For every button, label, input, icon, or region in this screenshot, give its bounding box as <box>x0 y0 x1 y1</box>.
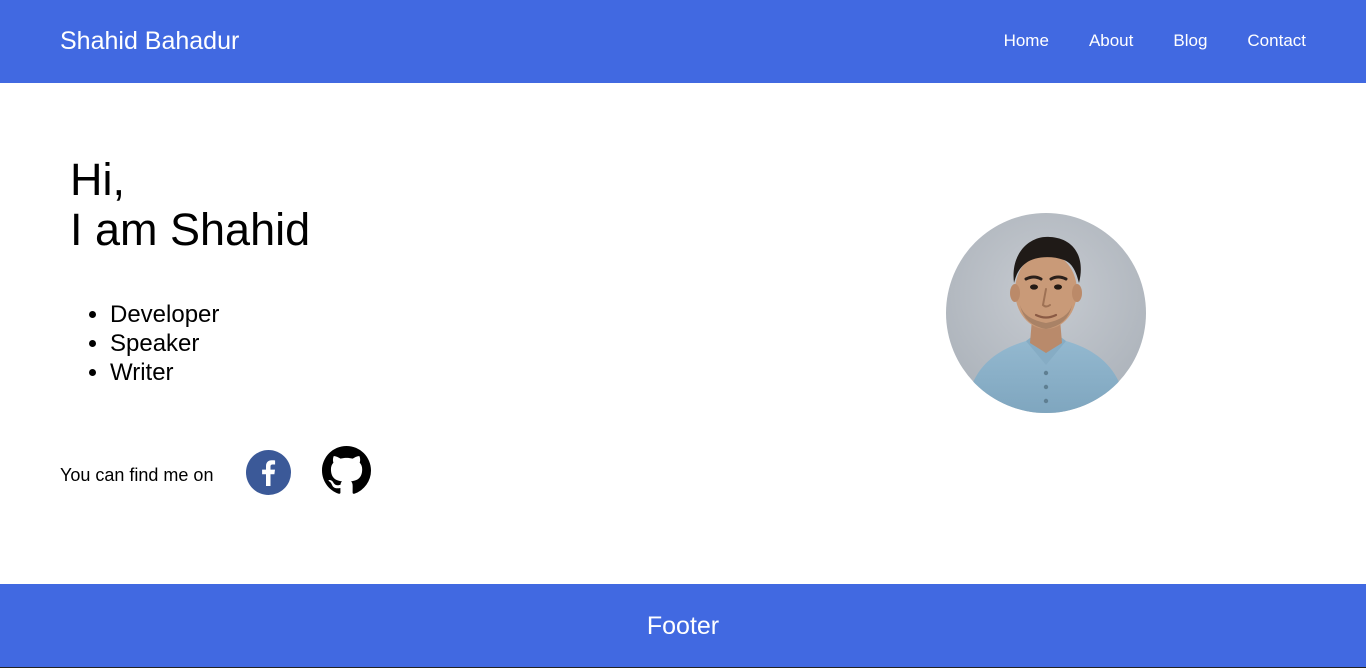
brand-link[interactable]: Shahid Bahadur <box>60 25 239 57</box>
facebook-link[interactable] <box>246 450 291 495</box>
nav-link-home[interactable]: Home <box>1004 30 1049 52</box>
page: Shahid Bahadur Home About Blog Contact H… <box>0 0 1366 668</box>
nav-link-contact[interactable]: Contact <box>1247 30 1306 52</box>
footer-text: Footer <box>646 611 720 640</box>
profile-photo-illustration <box>946 213 1146 413</box>
site-header: Shahid Bahadur Home About Blog Contact <box>0 0 1366 83</box>
github-icon <box>322 446 371 494</box>
github-link[interactable] <box>322 446 371 495</box>
greeting-line-1: Hi, <box>70 154 125 205</box>
main-nav: Home About Blog Contact <box>1004 30 1306 52</box>
role-item: Writer <box>110 358 219 387</box>
find-me-label: You can find me on <box>60 465 214 485</box>
roles-list: Developer Speaker Writer <box>70 300 219 387</box>
facebook-icon <box>246 450 291 495</box>
nav-link-about[interactable]: About <box>1089 30 1133 52</box>
role-item: Developer <box>110 300 219 329</box>
profile-photo <box>946 213 1146 413</box>
nav-link-blog[interactable]: Blog <box>1173 30 1207 52</box>
greeting-line-2: I am Shahid <box>70 204 311 255</box>
role-item: Speaker <box>110 329 219 358</box>
site-footer: Footer <box>0 584 1366 668</box>
hero-greeting: Hi, I am Shahid <box>70 155 310 255</box>
